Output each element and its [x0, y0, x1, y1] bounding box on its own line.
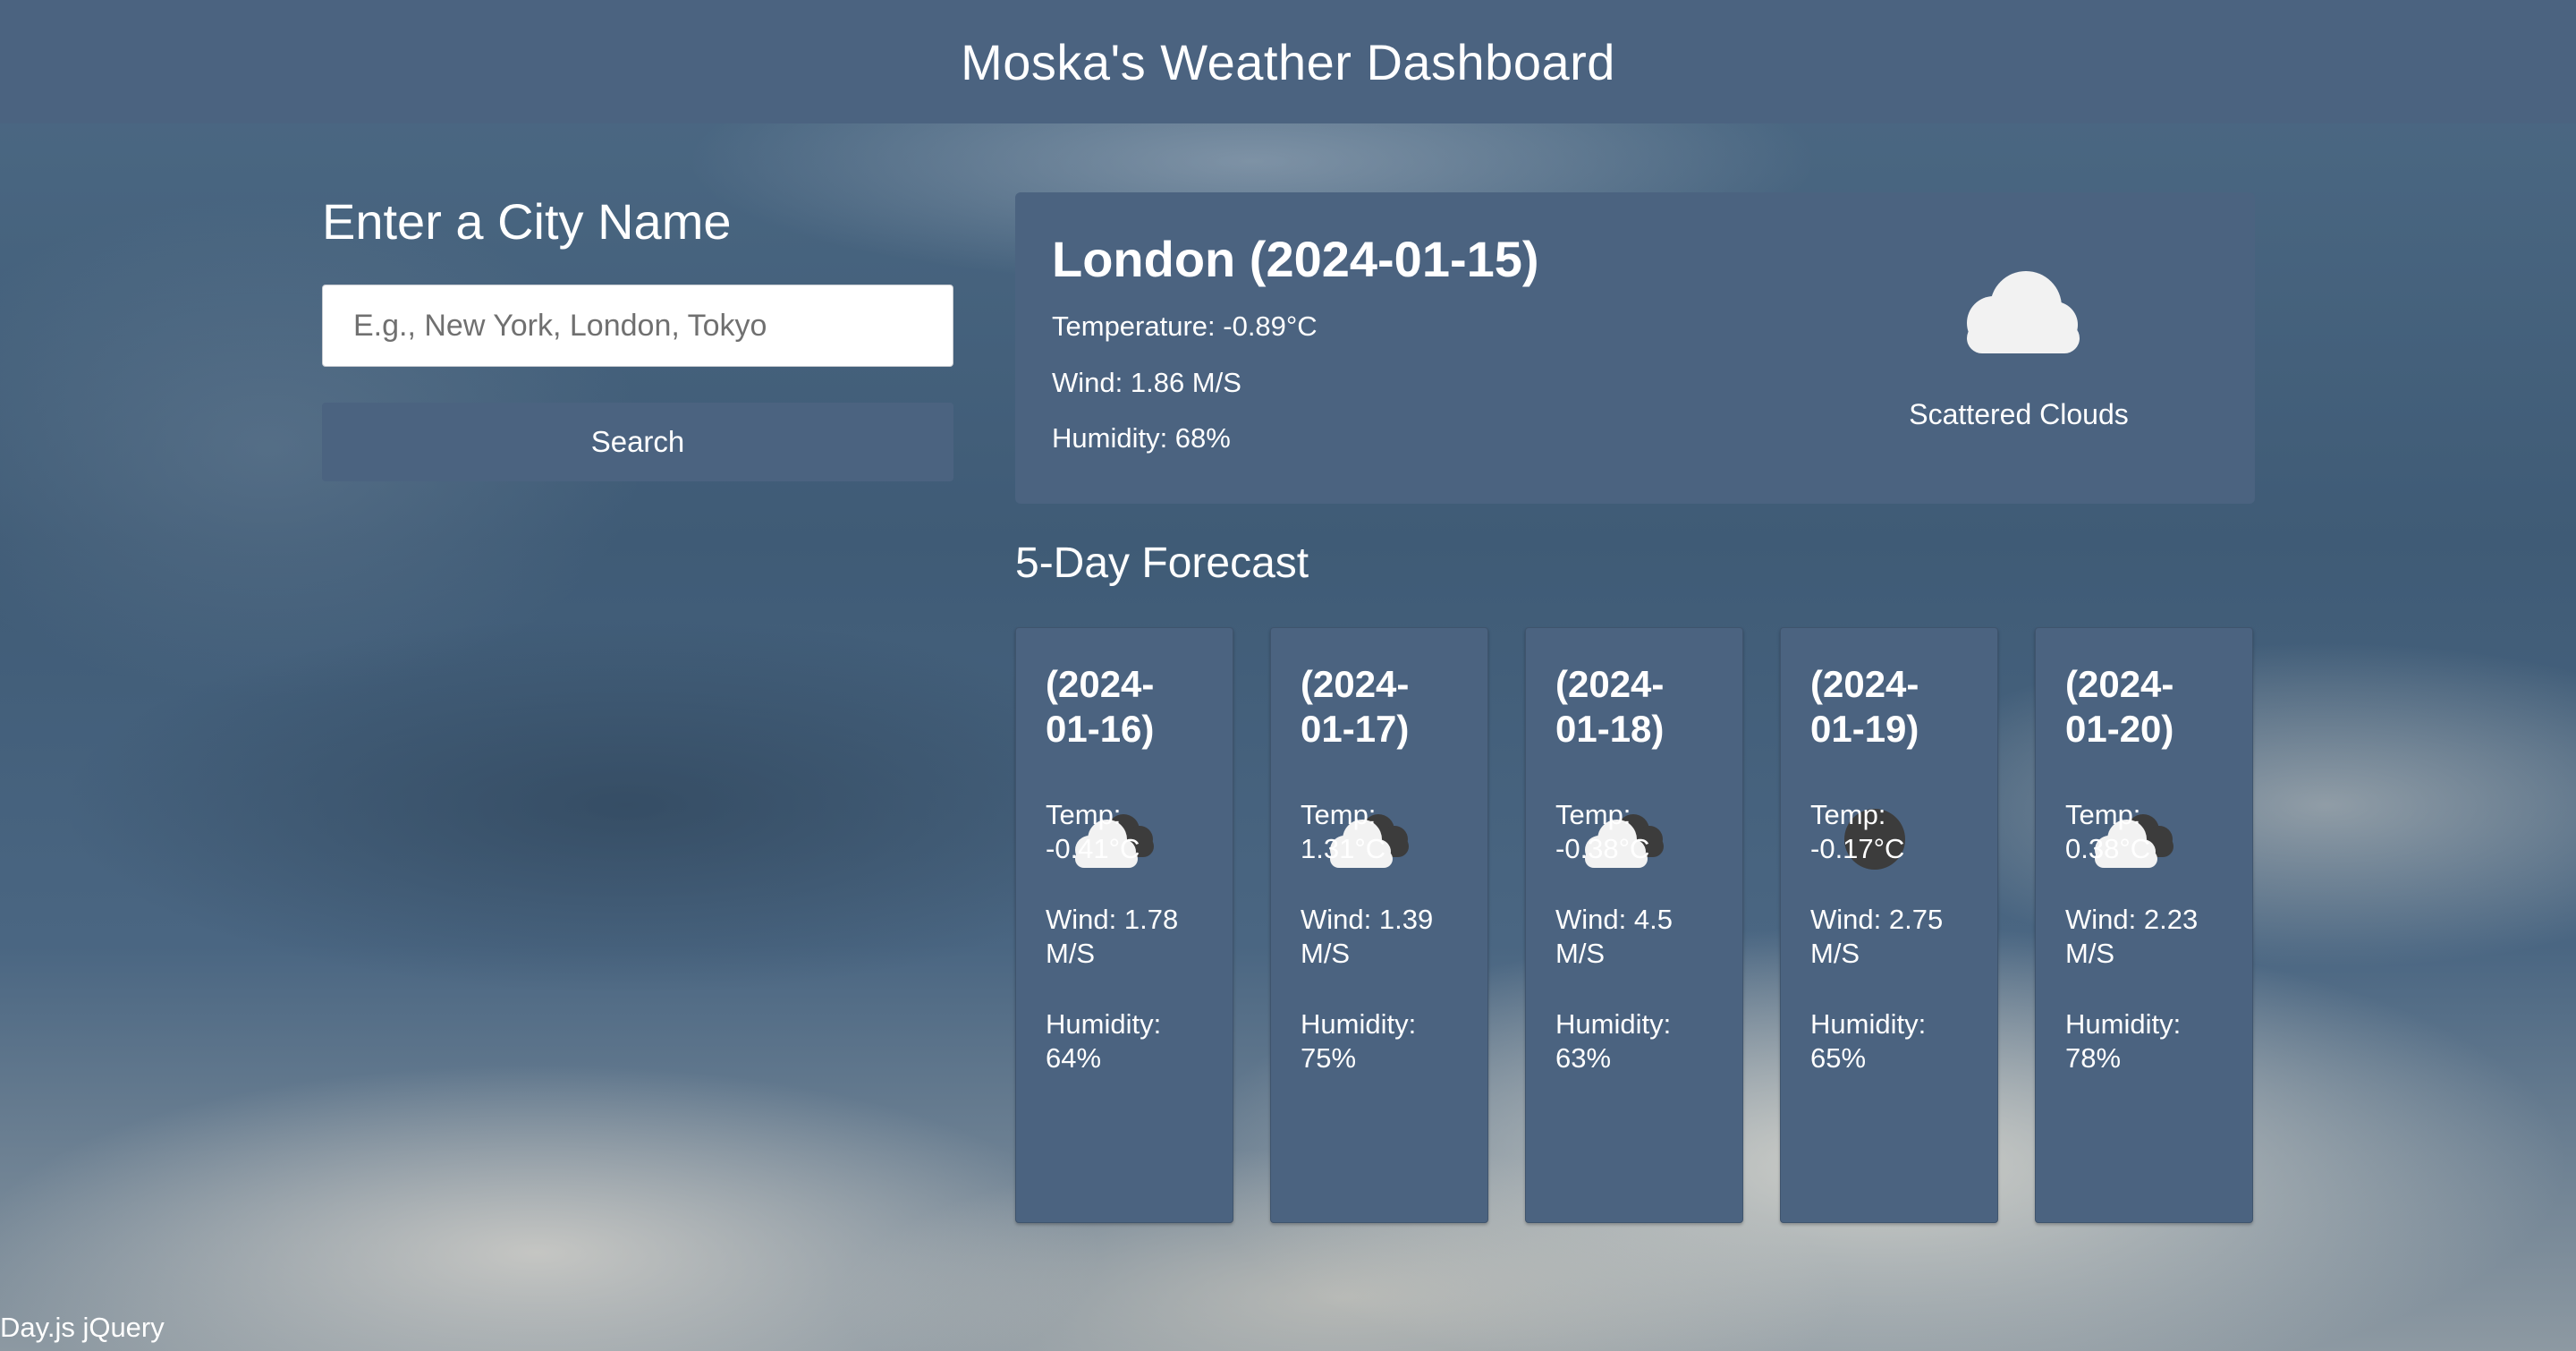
forecast-wind: Wind: 1.78 M/S — [1046, 904, 1179, 969]
forecast-date: (2024- 01-17) — [1301, 663, 1410, 750]
forecast-card: (2024- 01-17) Temp: 1.31°C Wind: 1.39 M/S H… — [1270, 627, 1488, 1223]
app-header: Moska's Weather Dashboard — [0, 0, 2576, 123]
forecast-humidity: Humidity: 64% — [1046, 1008, 1162, 1074]
forecast-heading: 5-Day Forecast — [1015, 540, 1309, 587]
current-temperature: Temperature: -0.89°C — [1052, 310, 1318, 342]
search-panel: Enter a City Name Search — [322, 190, 953, 481]
forecast-temp: Temp: -0.38°C — [1555, 799, 1650, 864]
forecast-wind: Wind: 1.39 M/S — [1301, 904, 1434, 969]
current-description: Scattered Clouds — [1909, 398, 2129, 430]
city-search-input[interactable] — [322, 285, 953, 367]
forecast-date: (2024- 01-18) — [1555, 663, 1665, 750]
forecast-card: (2024- 01-20) Temp: 0.38°C Wind: 2.23 M/S H… — [2035, 627, 2253, 1223]
forecast-humidity: Humidity: 65% — [1810, 1008, 1927, 1074]
forecast-humidity: Humidity: 75% — [1301, 1008, 1417, 1074]
forecast-date: (2024- 01-16) — [1046, 663, 1155, 750]
forecast-card: (2024- 01-18) Temp: -0.38°C Wind: 4.5 M/S H… — [1525, 627, 1743, 1223]
forecast-humidity: Humidity: 78% — [2065, 1008, 2182, 1074]
search-heading: Enter a City Name — [322, 193, 732, 250]
forecast-humidity: Humidity: 63% — [1555, 1008, 1672, 1074]
forecast-temp: Temp: -0.41°C — [1046, 799, 1140, 864]
page-title: Moska's Weather Dashboard — [961, 33, 1615, 90]
forecast-temp: Temp: -0.17°C — [1810, 799, 1905, 864]
current-humidity: Humidity: 68% — [1052, 422, 1231, 454]
scattered-clouds-icon — [1967, 271, 2080, 353]
forecast-card: (2024- 01-19) Temp: -0.17°C Wind: 2.75 M/S … — [1780, 627, 1998, 1223]
forecast-card: (2024- 01-16) Temp: -0.41°C Wind: 1.78 M/S … — [1015, 627, 1233, 1223]
footer-credits: Day.js jQuery — [0, 1312, 165, 1343]
forecast-wind: Wind: 2.75 M/S — [1810, 904, 1944, 969]
forecast-temp: Temp: 0.38°C — [2065, 799, 2151, 864]
forecast-date: (2024- 01-19) — [1810, 663, 1919, 750]
search-button[interactable]: Search — [322, 403, 953, 481]
forecast-date: (2024- 01-20) — [2065, 663, 2174, 750]
forecast-temp: Temp: 1.31°C — [1301, 799, 1386, 864]
current-weather-card: London (2024-01-15) Temperature: -0.89°C… — [1015, 192, 2255, 504]
forecast-wind: Wind: 2.23 M/S — [2065, 904, 2199, 969]
forecast-wind: Wind: 4.5 M/S — [1555, 904, 1673, 969]
current-wind: Wind: 1.86 M/S — [1052, 367, 1241, 398]
current-city-title: London (2024-01-15) — [1052, 231, 1539, 287]
